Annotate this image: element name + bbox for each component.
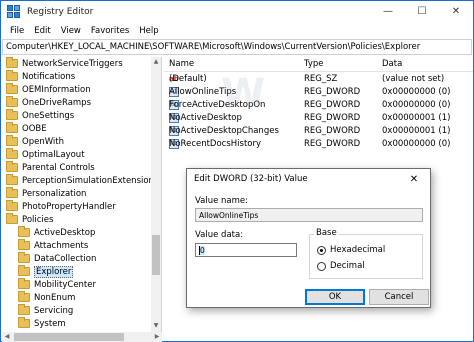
values-header: Name Type Data xyxy=(164,57,473,72)
folder-icon xyxy=(6,57,18,68)
title-bar: Registry Editor — ☐ ✕ xyxy=(1,1,473,22)
dialog-close-button[interactable]: ✕ xyxy=(400,171,428,187)
tree-item[interactable]: Attachments xyxy=(18,239,88,252)
base-group-label: Base xyxy=(314,228,339,238)
folder-icon xyxy=(18,239,30,250)
value-row[interactable]: 01 ForceActiveDesktopOn REG_DWORD 0x00000… xyxy=(164,100,473,113)
menu-favorites[interactable]: Favorites xyxy=(86,26,134,36)
folder-icon xyxy=(6,109,18,120)
tree-item[interactable]: System xyxy=(18,317,66,330)
tree-item[interactable]: OptimalLayout xyxy=(6,148,85,161)
ok-button[interactable]: OK xyxy=(305,289,365,305)
cancel-button[interactable]: Cancel xyxy=(369,289,429,305)
scroll-up-arrow-icon[interactable]: ▲ xyxy=(151,57,161,67)
radio-decimal[interactable]: Decimal xyxy=(317,261,365,271)
folder-icon xyxy=(6,96,18,107)
scroll-right-arrow-icon[interactable]: ▶ xyxy=(152,332,162,342)
value-row[interactable]: 01 NoRecentDocsHistory REG_DWORD 0x000000… xyxy=(164,139,473,152)
folder-icon xyxy=(18,317,30,328)
address-bar[interactable]: Computer\HKEY_LOCAL_MACHINE\SOFTWARE\Mic… xyxy=(2,39,472,55)
tree-item[interactable]: NetworkServiceTriggers xyxy=(6,57,123,70)
tree-item[interactable]: ActiveDesktop xyxy=(18,226,95,239)
menu-bar: File Edit View Favorites Help xyxy=(1,22,473,39)
tree-item[interactable]: Parental Controls xyxy=(6,161,95,174)
tree-item[interactable]: NonEnum xyxy=(18,291,75,304)
menu-file[interactable]: File xyxy=(5,26,29,36)
folder-icon xyxy=(6,161,18,172)
radio-selected-icon xyxy=(317,245,326,255)
folder-icon xyxy=(18,304,30,315)
value-name-label: Value name: xyxy=(195,196,249,206)
folder-icon xyxy=(6,83,18,94)
folder-icon xyxy=(6,135,18,146)
folder-icon xyxy=(6,148,18,159)
tree-item[interactable]: Servicing xyxy=(18,304,73,317)
value-data-text: 0 xyxy=(199,245,205,255)
value-row[interactable]: ab (Default) REG_SZ (value not set) xyxy=(164,74,473,87)
tree-item[interactable]: OOBE xyxy=(6,122,47,135)
value-data-field[interactable]: 0 xyxy=(195,243,297,257)
value-row[interactable]: 01 NoActiveDesktop REG_DWORD 0x00000001 (… xyxy=(164,113,473,126)
folder-icon xyxy=(6,200,18,211)
column-header-data[interactable]: Data xyxy=(382,59,402,69)
folder-icon xyxy=(18,278,30,289)
tree-item[interactable]: MobilityCenter xyxy=(18,278,96,291)
column-header-name[interactable]: Name xyxy=(169,59,194,69)
minimize-button[interactable]: — xyxy=(371,1,405,22)
registry-editor-window: Registry Editor — ☐ ✕ File Edit View Fav… xyxy=(0,0,474,342)
menu-edit[interactable]: Edit xyxy=(29,26,55,36)
menu-view[interactable]: View xyxy=(56,26,86,36)
folder-icon xyxy=(18,252,30,263)
value-data-label: Value data: xyxy=(195,230,244,240)
value-row[interactable]: 01 AllowOnlineTips REG_DWORD 0x00000000 (… xyxy=(164,87,473,100)
folder-icon xyxy=(18,226,30,237)
tree-item[interactable]: OneDriveRamps xyxy=(6,96,91,109)
horizontal-scroll-thumb[interactable] xyxy=(14,333,124,341)
tree-item[interactable]: PerceptionSimulationExtensions xyxy=(6,174,158,187)
close-button[interactable]: ✕ xyxy=(439,1,473,22)
folder-icon xyxy=(6,187,18,198)
scroll-left-arrow-icon[interactable]: ◀ xyxy=(2,332,12,342)
radio-hexadecimal[interactable]: Hexadecimal xyxy=(317,245,385,255)
value-row[interactable]: 01 NoActiveDesktopChanges REG_DWORD 0x000… xyxy=(164,126,473,139)
window-title: Registry Editor xyxy=(27,6,94,17)
base-group xyxy=(309,234,423,279)
tree-item[interactable]: PhotoPropertyHandler xyxy=(6,200,116,213)
radio-unselected-icon xyxy=(317,261,326,271)
folder-icon xyxy=(6,70,18,81)
tree-item[interactable]: OneSettings xyxy=(6,109,74,122)
registry-key-tree: NetworkServiceTriggers Notifications OEM… xyxy=(2,57,162,342)
tree-vertical-scrollbar[interactable]: ▲ ▼ xyxy=(151,57,161,342)
tree-scroll-thumb[interactable] xyxy=(152,235,160,275)
folder-icon xyxy=(18,265,30,276)
scroll-down-arrow-icon[interactable]: ▼ xyxy=(151,321,161,331)
folder-icon xyxy=(6,174,18,185)
dialog-title: Edit DWORD (32-bit) Value xyxy=(194,174,308,184)
folder-icon xyxy=(6,122,18,133)
folder-icon xyxy=(6,213,18,224)
menu-help[interactable]: Help xyxy=(134,26,163,36)
tree-item-selected[interactable]: Explorer xyxy=(18,265,74,278)
tree-horizontal-scrollbar[interactable]: ◀ ▶ xyxy=(2,332,162,342)
folder-icon xyxy=(18,291,30,302)
tree-item[interactable]: OpenWith xyxy=(6,135,64,148)
maximize-button[interactable]: ☐ xyxy=(405,1,439,22)
tree-item[interactable]: Notifications xyxy=(6,70,75,83)
tree-item[interactable]: DataCollection xyxy=(18,252,96,265)
registry-editor-app-icon xyxy=(7,4,21,19)
tree-item[interactable]: OEMInformation xyxy=(6,83,91,96)
value-name-field[interactable]: AllowOnlineTips xyxy=(195,208,423,222)
tree-item[interactable]: Personalization xyxy=(6,187,86,200)
tree-item[interactable]: Policies xyxy=(6,213,53,226)
column-header-type[interactable]: Type xyxy=(304,59,324,69)
edit-dword-dialog: Edit DWORD (32-bit) Value ✕ Value name: … xyxy=(186,168,431,308)
